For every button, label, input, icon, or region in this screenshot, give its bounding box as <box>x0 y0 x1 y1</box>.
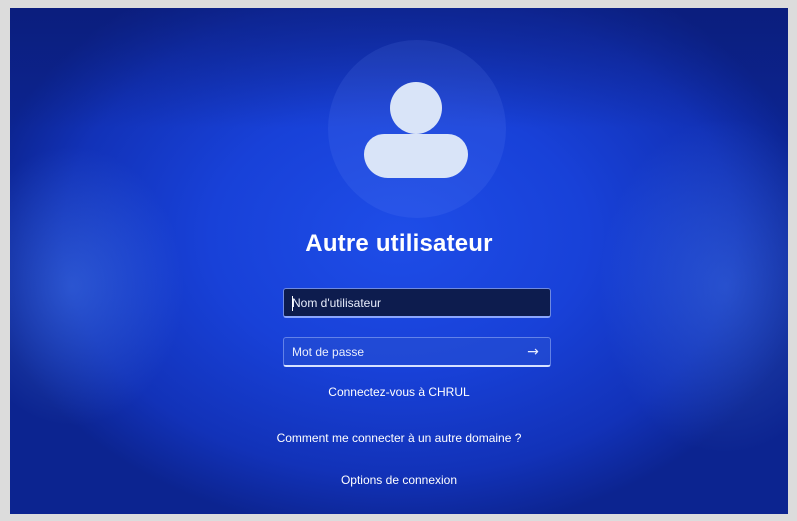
avatar <box>328 40 506 218</box>
user-icon-body <box>364 134 468 178</box>
user-icon-head <box>390 82 442 134</box>
sign-in-domain-label: Connectez-vous à CHRUL <box>328 385 470 399</box>
username-field[interactable] <box>283 288 551 318</box>
username-input[interactable] <box>284 289 514 316</box>
sign-in-options-label[interactable]: Options de connexion <box>341 473 457 487</box>
password-input[interactable] <box>284 338 514 365</box>
sign-in-domain-text: Connectez-vous à CHRUL <box>10 385 788 399</box>
photo-frame: Autre utilisateur → Connectez-vous à CHR… <box>0 0 797 521</box>
user-title: Autre utilisateur <box>305 230 493 257</box>
sign-in-options-link[interactable]: Options de connexion <box>10 473 788 487</box>
other-domain-label[interactable]: Comment me connecter à un autre domaine … <box>277 431 522 445</box>
login-screen: Autre utilisateur → Connectez-vous à CHR… <box>10 8 788 514</box>
other-domain-link[interactable]: Comment me connecter à un autre domaine … <box>10 431 788 445</box>
password-field[interactable]: → <box>283 337 551 367</box>
arrow-right-icon[interactable]: → <box>522 342 544 362</box>
